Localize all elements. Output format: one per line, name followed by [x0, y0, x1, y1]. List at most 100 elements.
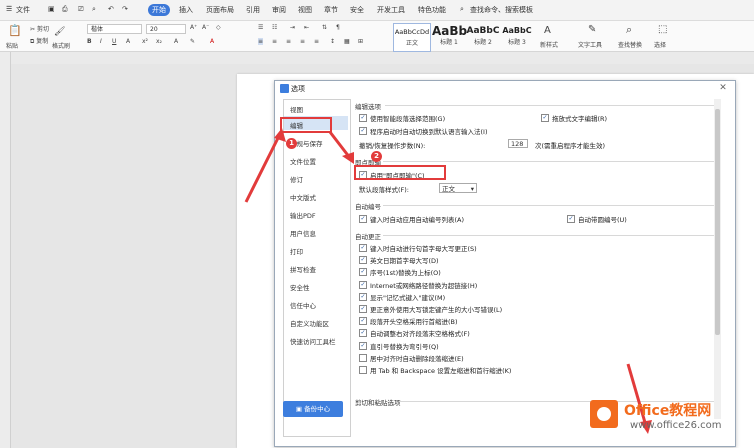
tab-page-layout[interactable]: 页面布局	[206, 5, 234, 15]
nav-item-security[interactable]: 安全性	[290, 282, 310, 292]
nav-item-customize-ribbon[interactable]: 自定义功能区	[290, 318, 329, 328]
font-color-icon[interactable]: A	[126, 38, 130, 45]
shading-icon[interactable]: ▦	[344, 38, 350, 45]
clear-format-icon[interactable]: ◇	[216, 24, 221, 31]
checkbox[interactable]: ✓	[359, 305, 367, 313]
grow-font-icon[interactable]: A⁺	[190, 24, 197, 31]
align-left-icon[interactable]: ≡	[258, 38, 264, 45]
checkbox[interactable]: ✓	[359, 244, 367, 252]
copy-button[interactable]: ⧉ 复制	[30, 36, 48, 46]
underline-icon[interactable]: U	[112, 38, 116, 45]
close-icon[interactable]: ✕	[717, 82, 729, 94]
options-scrollbar[interactable]	[714, 99, 721, 419]
tab-review[interactable]: 审阅	[272, 5, 286, 15]
subscript-icon[interactable]: x₂	[156, 38, 162, 45]
font-size-select[interactable]: 20	[146, 24, 186, 34]
align-center-icon[interactable]: ≡	[272, 38, 277, 45]
preview-icon[interactable]: ⌕	[92, 5, 96, 14]
justify-icon[interactable]: ≡	[300, 38, 305, 45]
checkbox[interactable]: ✓	[359, 215, 367, 223]
italic-icon[interactable]: I	[100, 38, 102, 45]
superscript-icon[interactable]: x²	[142, 38, 148, 45]
text-tools-icon[interactable]: ✎	[588, 24, 596, 35]
checkbox[interactable]: ✓	[359, 341, 367, 350]
export-icon[interactable]: ⎙	[62, 5, 68, 14]
format-painter-icon[interactable]: 🖌	[54, 27, 65, 37]
opt-auto-bullets[interactable]: ✓ 自动带圆编号(U)	[567, 214, 627, 224]
distribute-icon[interactable]: ≡	[314, 38, 319, 45]
save-icon[interactable]: ▣	[48, 5, 55, 13]
checkbox[interactable]: ✓	[359, 256, 367, 265]
paste-icon[interactable]: 📋	[8, 24, 22, 37]
redo-icon[interactable]: ↷	[122, 5, 128, 13]
align-right-icon[interactable]: ≡	[286, 38, 291, 45]
opt-drag-edit[interactable]: ✓ 拖放式文字编辑(R)	[541, 113, 607, 123]
tab-developer[interactable]: 开发工具	[377, 5, 405, 15]
opt-auto-correct-item[interactable]: ✓ 序号(1st)替换为上标(O)	[359, 267, 441, 277]
opt-auto-correct-item[interactable]: 居中对齐时自动删除段落缩进(E)	[359, 353, 464, 363]
borders-icon[interactable]: ⊞	[358, 38, 363, 45]
line-spacing-icon[interactable]: ↕	[330, 38, 335, 45]
tab-references[interactable]: 引用	[246, 5, 260, 15]
text-color-icon[interactable]: A	[210, 38, 214, 45]
opt-auto-correct-item[interactable]: ✓ 显示"记忆式键入"建议(M)	[359, 292, 445, 302]
select-icon[interactable]: ⬚	[658, 24, 667, 35]
char-border-icon[interactable]: A	[174, 38, 178, 45]
opt-auto-correct-item[interactable]: ✓ 段落开头空格采用行首缩进(B)	[359, 316, 458, 326]
undo-steps-input[interactable]: 128	[508, 139, 528, 148]
nav-item-view[interactable]: 视图	[290, 104, 303, 114]
style-heading2[interactable]: AaBbC 标题 2	[466, 23, 500, 50]
bold-icon[interactable]: B	[87, 38, 92, 45]
opt-auto-correct-item[interactable]: ✓ Internet或网络路径替换为超链接(H)	[359, 280, 477, 290]
tab-features[interactable]: 特色功能	[418, 5, 446, 15]
print-icon[interactable]: ⎚	[78, 5, 84, 14]
opt-auto-correct-item[interactable]: ✓ 直引号替换为弯引号(Q)	[359, 341, 439, 351]
find-replace-button[interactable]: 查找替换	[618, 40, 642, 49]
show-marks-icon[interactable]: ¶	[336, 24, 340, 31]
indent-icon[interactable]: ⇥	[290, 24, 295, 31]
checkbox[interactable]: ✓	[359, 292, 367, 301]
nav-item-print[interactable]: 打印	[290, 246, 303, 256]
backup-center-button[interactable]: ▣ 备份中心	[283, 401, 343, 417]
opt-auto-numbering[interactable]: ✓ 键入时自动应用自动编号列表(A)	[359, 214, 464, 224]
new-style-button[interactable]: 新样式	[540, 40, 558, 49]
bullets-icon[interactable]: ☰	[258, 24, 263, 31]
shrink-font-icon[interactable]: A⁻	[202, 24, 209, 31]
select-button[interactable]: 选择	[654, 40, 666, 49]
undo-icon[interactable]: ↶	[108, 5, 114, 13]
tab-security[interactable]: 安全	[350, 5, 364, 15]
default-para-style-select[interactable]: 正文 ▾	[439, 183, 477, 193]
find-replace-icon[interactable]: ⌕	[626, 23, 632, 37]
new-style-icon[interactable]: A	[544, 25, 551, 36]
style-heading1[interactable]: AaBb 标题 1	[432, 23, 467, 50]
nav-item-user-info[interactable]: 用户信息	[290, 228, 316, 238]
opt-auto-correct-item[interactable]: ✓ 自动调整右对齐段落末空格格式(F)	[359, 328, 470, 338]
style-heading3[interactable]: AaBbC 标题 3	[500, 23, 534, 50]
tab-section[interactable]: 章节	[324, 5, 338, 15]
font-name-select[interactable]: 楷体	[87, 24, 142, 34]
checkbox[interactable]	[359, 366, 367, 374]
nav-item-export-pdf[interactable]: 输出PDF	[290, 210, 316, 220]
tab-start[interactable]: 开始	[148, 4, 170, 16]
command-search[interactable]: 查找命令、搜索模板	[470, 5, 533, 15]
checkbox[interactable]: ✓	[359, 280, 367, 289]
numbering-icon[interactable]: ☷	[272, 24, 277, 31]
nav-item-quick-access[interactable]: 快速访问工具栏	[290, 336, 336, 346]
checkbox[interactable]: ✓	[567, 215, 575, 223]
outdent-icon[interactable]: ⇤	[304, 24, 309, 31]
menu-file[interactable]: 文件	[16, 5, 30, 15]
checkbox[interactable]: ✓	[541, 114, 549, 122]
tab-insert[interactable]: 插入	[179, 5, 193, 15]
hamburger-icon[interactable]: ☰	[6, 5, 12, 13]
text-tools-button[interactable]: 文字工具	[578, 40, 602, 49]
nav-item-trust-center[interactable]: 信任中心	[290, 300, 316, 310]
paste-button[interactable]: 粘贴	[6, 41, 18, 50]
highlight-icon[interactable]: ✎	[190, 38, 195, 45]
scrollbar-thumb[interactable]	[715, 109, 720, 335]
opt-auto-correct-item[interactable]: ✓ 键入时自动进行句首字母大写更正(S)	[359, 243, 477, 253]
opt-auto-correct-item[interactable]: ✓ 更正意外使用大写锁定键产生的大小写错误(L)	[359, 304, 502, 314]
cut-button[interactable]: ✂ 剪切	[30, 24, 49, 33]
opt-auto-correct-item[interactable]: ✓ 英文日期首字母大写(D)	[359, 255, 439, 265]
checkbox[interactable]	[359, 353, 367, 362]
nav-item-spelling[interactable]: 拼写检查	[290, 264, 316, 274]
